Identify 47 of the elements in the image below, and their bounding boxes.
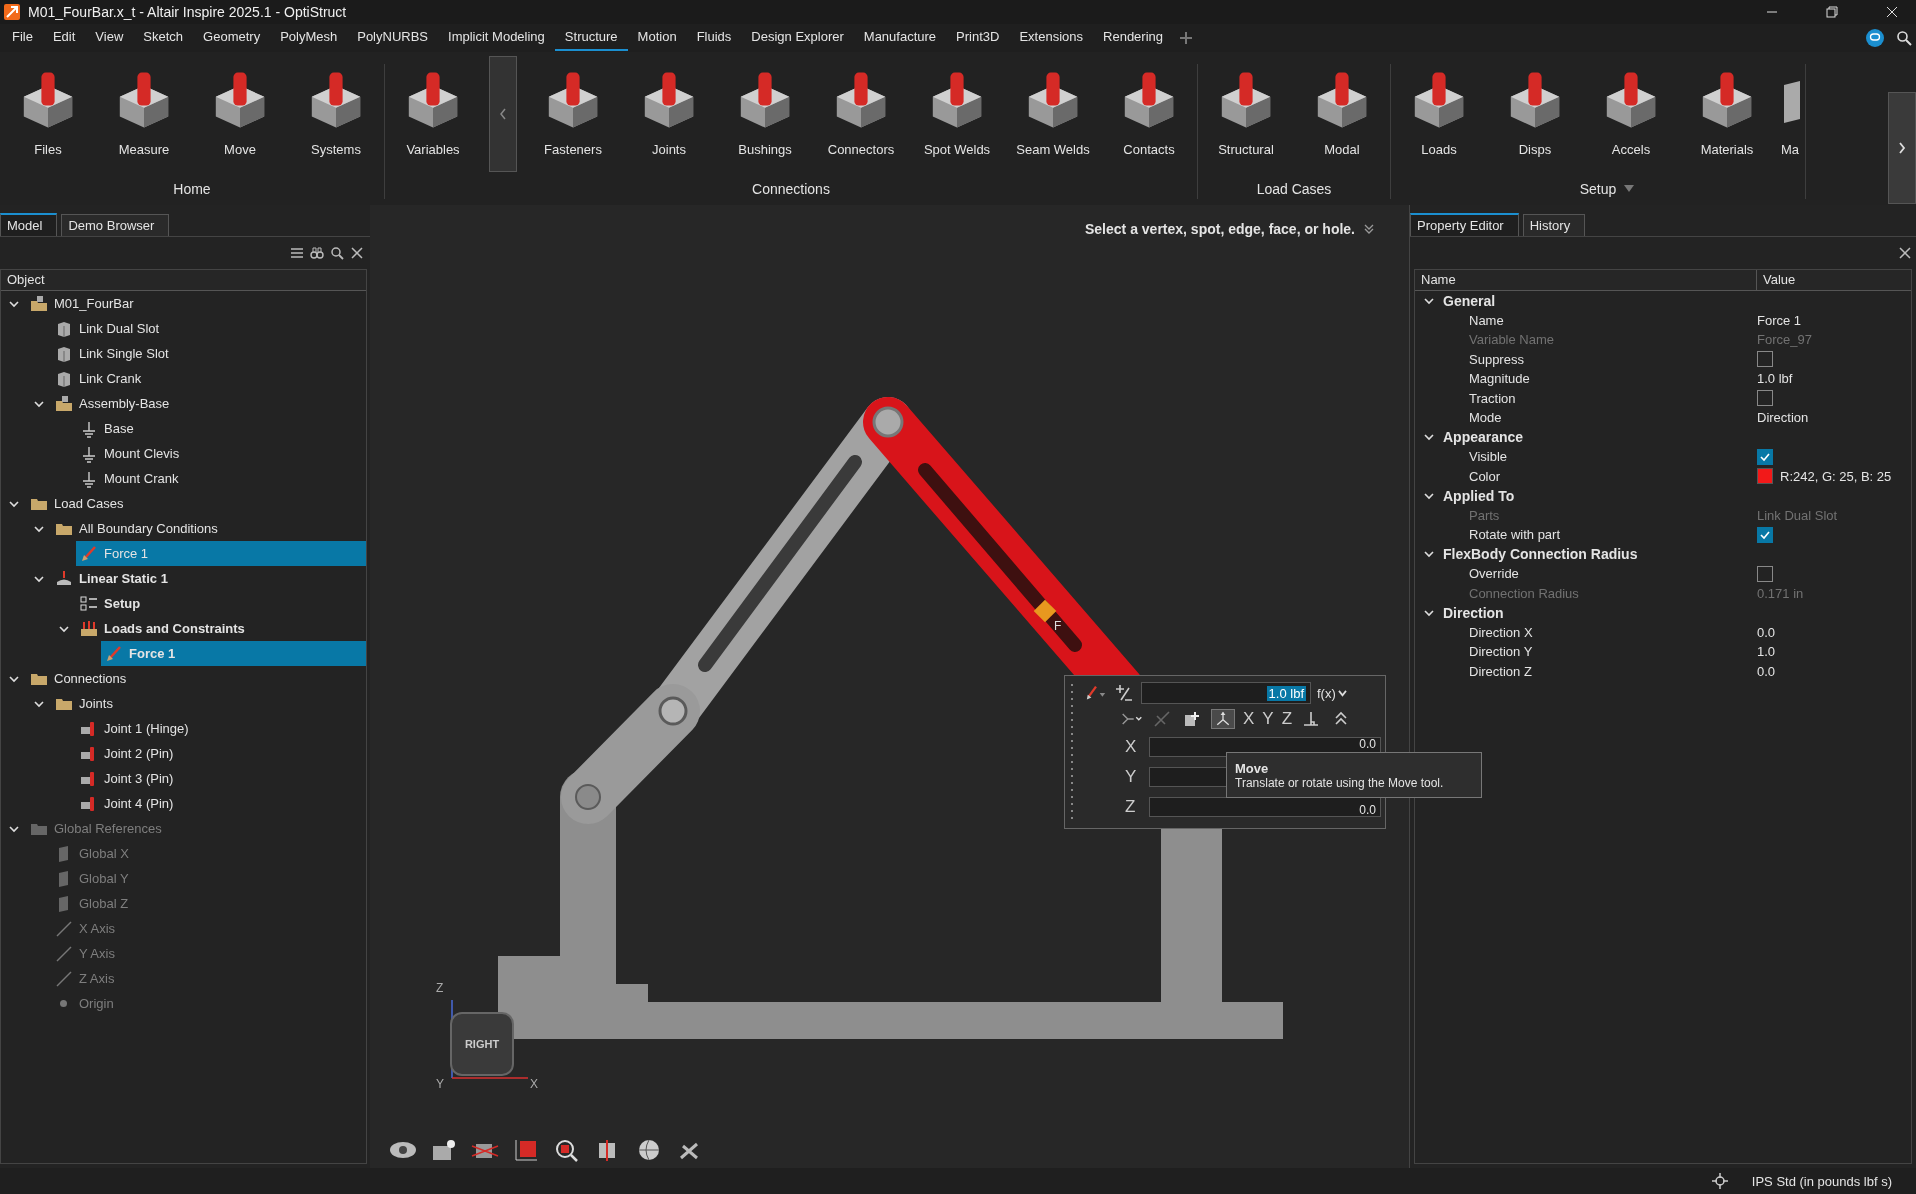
coordinate-label: Y xyxy=(1125,767,1138,787)
coordinate-label: Z xyxy=(1125,797,1137,817)
column-header: Name xyxy=(1415,270,1757,290)
force-label: F xyxy=(1054,619,1062,633)
window-title: M01_FourBar.x_t - Altair Inspire 2025.1 - OptiStruct xyxy=(28,4,347,20)
property-name: Override xyxy=(1468,566,1520,582)
tooltip-text: Translate or rotate using the Move tool. xyxy=(1235,775,1445,790)
axis-label: Z xyxy=(436,981,444,995)
property-name: Connection Radius xyxy=(1468,585,1580,601)
property-name: Suppress xyxy=(1468,351,1525,367)
column-header: Value xyxy=(1762,271,1796,289)
property-value: Link Dual Slot xyxy=(1757,507,1838,523)
property-name: Direction X xyxy=(1468,624,1534,640)
property-value: 1.0 lbf xyxy=(1757,371,1793,387)
property-name: Parts xyxy=(1468,507,1501,523)
property-value: Force 1 xyxy=(1757,312,1802,328)
property-name: Rotate with part xyxy=(1468,527,1562,543)
group-header: Direction xyxy=(1443,604,1504,621)
property-name: Visible xyxy=(1468,449,1509,465)
property-name: Magnitude xyxy=(1468,371,1531,387)
selection-prompt: Select a vertex, spot, edge, face, or hole. xyxy=(1085,221,1355,237)
property-name: Traction xyxy=(1468,390,1517,406)
property-name: Variable Name xyxy=(1468,332,1556,348)
tooltip-title: Move xyxy=(1235,760,1270,776)
property-name: Direction Z xyxy=(1468,663,1533,679)
property-name: Direction Y xyxy=(1468,644,1534,660)
group-label: Connections xyxy=(752,181,830,197)
axis-label: Y xyxy=(436,1077,444,1091)
group-header: General xyxy=(1443,292,1496,309)
group-label: Setup xyxy=(1579,181,1617,197)
property-value: Direction xyxy=(1757,410,1809,426)
property-value: 1.0 xyxy=(1757,644,1776,660)
group-header: Appearance xyxy=(1443,429,1524,446)
property-value: R:242, G: 25, B: 25 xyxy=(1780,468,1892,484)
property-value: 0.171 in xyxy=(1757,585,1804,601)
property-name: Name xyxy=(1468,312,1505,328)
group-header: Applied To xyxy=(1443,487,1515,504)
group-label: Home xyxy=(173,181,211,197)
property-name: Color xyxy=(1468,468,1502,484)
group-label: Load Cases xyxy=(1256,181,1332,197)
coordinate-label: X xyxy=(1125,737,1138,757)
property-name: Mode xyxy=(1468,410,1503,426)
axis-label: X xyxy=(530,1077,538,1091)
property-value: Force_97 xyxy=(1757,332,1812,348)
property-value: 0.0 xyxy=(1757,624,1776,640)
property-value: 0.0 xyxy=(1757,663,1776,679)
group-header: FlexBody Connection Radius xyxy=(1443,546,1638,563)
